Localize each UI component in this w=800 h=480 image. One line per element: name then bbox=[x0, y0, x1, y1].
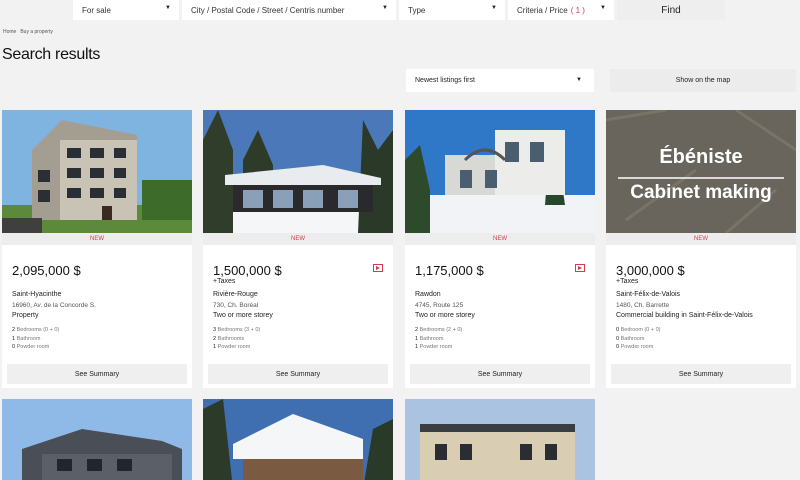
listing-type: Property bbox=[12, 312, 39, 319]
room-counts: 3 Bedrooms (3 + 0) 2 Bathrooms 1 Powder … bbox=[213, 326, 260, 352]
powder-count: 0 bbox=[12, 344, 16, 351]
listing-card[interactable]: NEW 2,095,000 $ Saint-Hyacinthe 16960, A… bbox=[2, 110, 192, 388]
bedroom-label: Bedrooms (0 + 0) bbox=[16, 327, 60, 333]
bathroom-count: 2 bbox=[213, 335, 217, 342]
video-icon[interactable] bbox=[575, 264, 585, 272]
new-badge: NEW bbox=[405, 233, 595, 245]
sort-select-label: Newest listings first bbox=[415, 77, 475, 84]
bedroom-count: 0 bbox=[616, 327, 620, 333]
see-summary-button[interactable]: See Summary bbox=[410, 364, 590, 384]
new-badge: NEW bbox=[2, 233, 192, 245]
bathroom-label: Bathrooms bbox=[217, 335, 245, 342]
listing-photo[interactable]: Ébéniste Cabinet making bbox=[606, 110, 796, 233]
bathroom-count: 0 bbox=[616, 335, 620, 342]
listing-price: 1,175,000 $ bbox=[415, 263, 484, 278]
listing-address: 4745, Route 125 bbox=[415, 302, 464, 309]
listing-address: 16960, Av. de la Concorde S. bbox=[12, 302, 96, 309]
breadcrumb: Home Buy a property bbox=[3, 29, 53, 35]
powder-label: Powder room bbox=[419, 344, 453, 351]
bathroom-count: 1 bbox=[415, 335, 419, 342]
bathroom-count: 1 bbox=[12, 335, 16, 342]
listing-photo[interactable] bbox=[203, 399, 393, 480]
see-summary-button[interactable]: See Summary bbox=[611, 364, 791, 384]
listing-photo[interactable] bbox=[203, 110, 393, 233]
listing-photo[interactable] bbox=[2, 110, 192, 233]
room-counts: 2 Bedrooms (2 + 0) 1 Bathroom 1 Powder r… bbox=[415, 326, 462, 352]
listing-city: Saint-Félix-de-Valois bbox=[616, 291, 681, 298]
search-bar: For sale ▼ City / Postal Code / Street /… bbox=[73, 0, 725, 20]
see-summary-button[interactable]: See Summary bbox=[7, 364, 187, 384]
transaction-select[interactable]: For sale ▼ bbox=[73, 0, 179, 20]
room-counts: 0 Bedroom (0 + 0) 0 Bathroom 0 Powder ro… bbox=[616, 326, 661, 352]
powder-count: 1 bbox=[213, 344, 217, 351]
listing-address: 1480, Ch. Barrette bbox=[616, 302, 670, 309]
find-button[interactable]: Find bbox=[617, 0, 725, 20]
powder-count: 0 bbox=[616, 344, 620, 351]
listing-price: 1,500,000 $ bbox=[213, 263, 282, 278]
listing-price: 3,000,000 $ bbox=[616, 263, 685, 278]
listing-photo[interactable] bbox=[2, 399, 192, 480]
powder-label: Powder room bbox=[620, 344, 654, 351]
listing-card[interactable] bbox=[405, 399, 595, 480]
listing-card[interactable]: NEW 1,500,000 $ +Taxes Rivière-Rouge 730… bbox=[203, 110, 393, 388]
listing-city: Saint-Hyacinthe bbox=[12, 291, 62, 298]
powder-label: Powder room bbox=[16, 344, 50, 351]
bedroom-count: 2 bbox=[415, 327, 419, 333]
powder-label: Powder room bbox=[217, 344, 251, 351]
criteria-count: ( 1 ) bbox=[570, 5, 585, 15]
photo-caption-en: Cabinet making bbox=[630, 182, 772, 203]
listing-type: Commercial building in Saint-Félix-de-Va… bbox=[616, 312, 753, 319]
page-title: Search results bbox=[2, 46, 101, 63]
bathroom-label: Bathroom bbox=[16, 335, 41, 342]
bedroom-label: Bedrooms (3 + 0) bbox=[217, 327, 261, 333]
bathroom-label: Bathroom bbox=[419, 335, 444, 342]
location-input-placeholder: City / Postal Code / Street / Centris nu… bbox=[191, 5, 345, 15]
taxes-note: +Taxes bbox=[213, 278, 236, 285]
caret-down-icon: ▼ bbox=[382, 5, 388, 11]
listing-city: Rawdon bbox=[415, 291, 441, 298]
breadcrumb-buy[interactable]: Buy a property bbox=[20, 29, 53, 35]
criteria-select-label: Criteria / Price bbox=[517, 5, 568, 15]
listing-card[interactable]: Ébéniste Cabinet making NEW 3,000,000 $ … bbox=[606, 110, 796, 388]
sort-select[interactable]: Newest listings first ▼ bbox=[406, 69, 594, 92]
listing-address: 730, Ch. Boréal bbox=[213, 302, 259, 309]
caret-down-icon: ▼ bbox=[600, 5, 606, 11]
room-counts: 2 Bedrooms (0 + 0) 1 Bathroom 0 Powder r… bbox=[12, 326, 59, 352]
criteria-select[interactable]: Criteria / Price ( 1 ) ▼ bbox=[508, 0, 614, 20]
listing-card[interactable] bbox=[2, 399, 192, 480]
listing-card[interactable]: NEW 1,175,000 $ Rawdon 4745, Route 125 T… bbox=[405, 110, 595, 388]
bedroom-label: Bedrooms (2 + 0) bbox=[419, 327, 463, 333]
location-input[interactable]: City / Postal Code / Street / Centris nu… bbox=[182, 0, 396, 20]
listing-city: Rivière-Rouge bbox=[213, 291, 258, 298]
listing-photo[interactable] bbox=[405, 110, 595, 233]
caret-down-icon: ▼ bbox=[491, 5, 497, 11]
listing-photo[interactable] bbox=[405, 399, 595, 480]
bedroom-count: 2 bbox=[12, 327, 16, 333]
caret-down-icon: ▼ bbox=[576, 77, 582, 83]
new-badge: NEW bbox=[606, 233, 796, 245]
breadcrumb-home[interactable]: Home bbox=[3, 29, 16, 35]
new-badge: NEW bbox=[203, 233, 393, 245]
bathroom-label: Bathroom bbox=[620, 335, 645, 342]
bedroom-count: 3 bbox=[213, 327, 217, 333]
listing-price: 2,095,000 $ bbox=[12, 263, 81, 278]
show-map-button[interactable]: Show on the map bbox=[610, 69, 796, 92]
transaction-select-label: For sale bbox=[82, 5, 111, 15]
powder-count: 1 bbox=[415, 344, 419, 351]
type-select[interactable]: Type ▼ bbox=[399, 0, 505, 20]
listing-card[interactable] bbox=[203, 399, 393, 480]
photo-caption-fr: Ébéniste bbox=[659, 146, 743, 168]
listing-type: Two or more storey bbox=[415, 312, 475, 319]
listing-type: Two or more storey bbox=[213, 312, 273, 319]
caret-down-icon: ▼ bbox=[165, 5, 171, 11]
type-select-label: Type bbox=[408, 5, 426, 15]
bedroom-label: Bedroom (0 + 0) bbox=[620, 327, 661, 333]
video-icon[interactable] bbox=[373, 264, 383, 272]
see-summary-button[interactable]: See Summary bbox=[208, 364, 388, 384]
taxes-note: +Taxes bbox=[616, 278, 639, 285]
